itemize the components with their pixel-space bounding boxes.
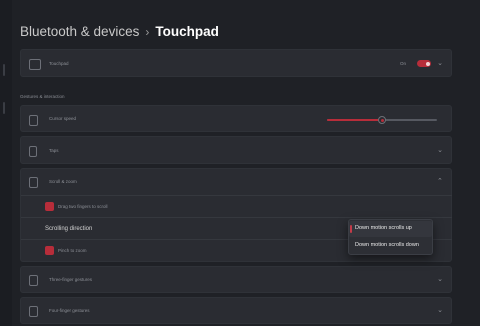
- chevron-down-icon[interactable]: ⌄: [437, 275, 443, 283]
- four-finger-icon: [29, 306, 38, 317]
- selection-indicator: [350, 225, 352, 233]
- touchpad-toggle-state: On: [400, 61, 407, 66]
- cursor-speed-slider[interactable]: [327, 116, 437, 124]
- cursor-icon: [29, 115, 38, 126]
- dropdown-option-selected[interactable]: Down motion scrolls up: [349, 221, 432, 237]
- three-finger-label: Three-finger gestures: [49, 277, 93, 282]
- breadcrumb-parent-link[interactable]: Bluetooth & devices: [20, 24, 139, 39]
- four-finger-row[interactable]: Four-finger gestures ⌄: [20, 297, 452, 324]
- chevron-up-icon[interactable]: ⌄: [437, 176, 443, 184]
- taps-label: Taps: [49, 148, 59, 153]
- scroll-zoom-label[interactable]: Scroll & zoom: [49, 179, 77, 184]
- three-finger-icon: [29, 275, 38, 286]
- cursor-speed-label: Cursor speed: [49, 116, 77, 121]
- dropdown-option-label: Down motion scrolls up: [355, 225, 412, 231]
- dropdown-option-label: Down motion scrolls down: [355, 242, 419, 248]
- chevron-down-icon[interactable]: ⌄: [437, 146, 443, 154]
- nav-indicator: [3, 64, 5, 76]
- four-finger-label: Four-finger gestures: [49, 308, 90, 313]
- taps-row[interactable]: Taps ⌄: [20, 136, 452, 164]
- drag-scroll-row: Drag two fingers to scroll: [21, 195, 452, 217]
- breadcrumb: Bluetooth & devices › Touchpad: [20, 24, 219, 39]
- toggle-knob: [425, 61, 430, 66]
- touchpad-row[interactable]: Touchpad On ⌄: [20, 49, 452, 77]
- touchpad-icon: [29, 59, 41, 70]
- drag-scroll-checkbox[interactable]: [45, 202, 54, 211]
- slider-thumb[interactable]: [378, 116, 386, 124]
- tap-icon: [29, 146, 37, 157]
- chevron-down-icon[interactable]: ⌄: [437, 306, 443, 314]
- page-title: Touchpad: [155, 24, 219, 39]
- three-finger-row[interactable]: Three-finger gestures ⌄: [20, 266, 452, 293]
- slider-fill: [327, 119, 382, 121]
- scrolling-direction-label: Scrolling direction: [45, 226, 93, 232]
- scroll-icon: [29, 177, 38, 188]
- touchpad-toggle[interactable]: [417, 60, 431, 67]
- nav-indicator: [3, 102, 5, 114]
- slider-thumb-dot: [380, 118, 384, 122]
- breadcrumb-separator: ›: [145, 25, 150, 39]
- dropdown-option[interactable]: Down motion scrolls down: [349, 238, 432, 254]
- pinch-zoom-label: Pinch to zoom: [58, 248, 87, 253]
- section-header: Gestures & interaction: [20, 94, 65, 99]
- touchpad-label: Touchpad: [49, 61, 69, 66]
- pinch-zoom-checkbox[interactable]: [45, 246, 54, 255]
- drag-scroll-label: Drag two fingers to scroll: [58, 204, 108, 209]
- chevron-down-icon[interactable]: ⌄: [437, 59, 443, 67]
- window-left-edge: [0, 0, 12, 326]
- scrolling-direction-dropdown[interactable]: Down motion scrolls up Down motion scrol…: [348, 219, 433, 255]
